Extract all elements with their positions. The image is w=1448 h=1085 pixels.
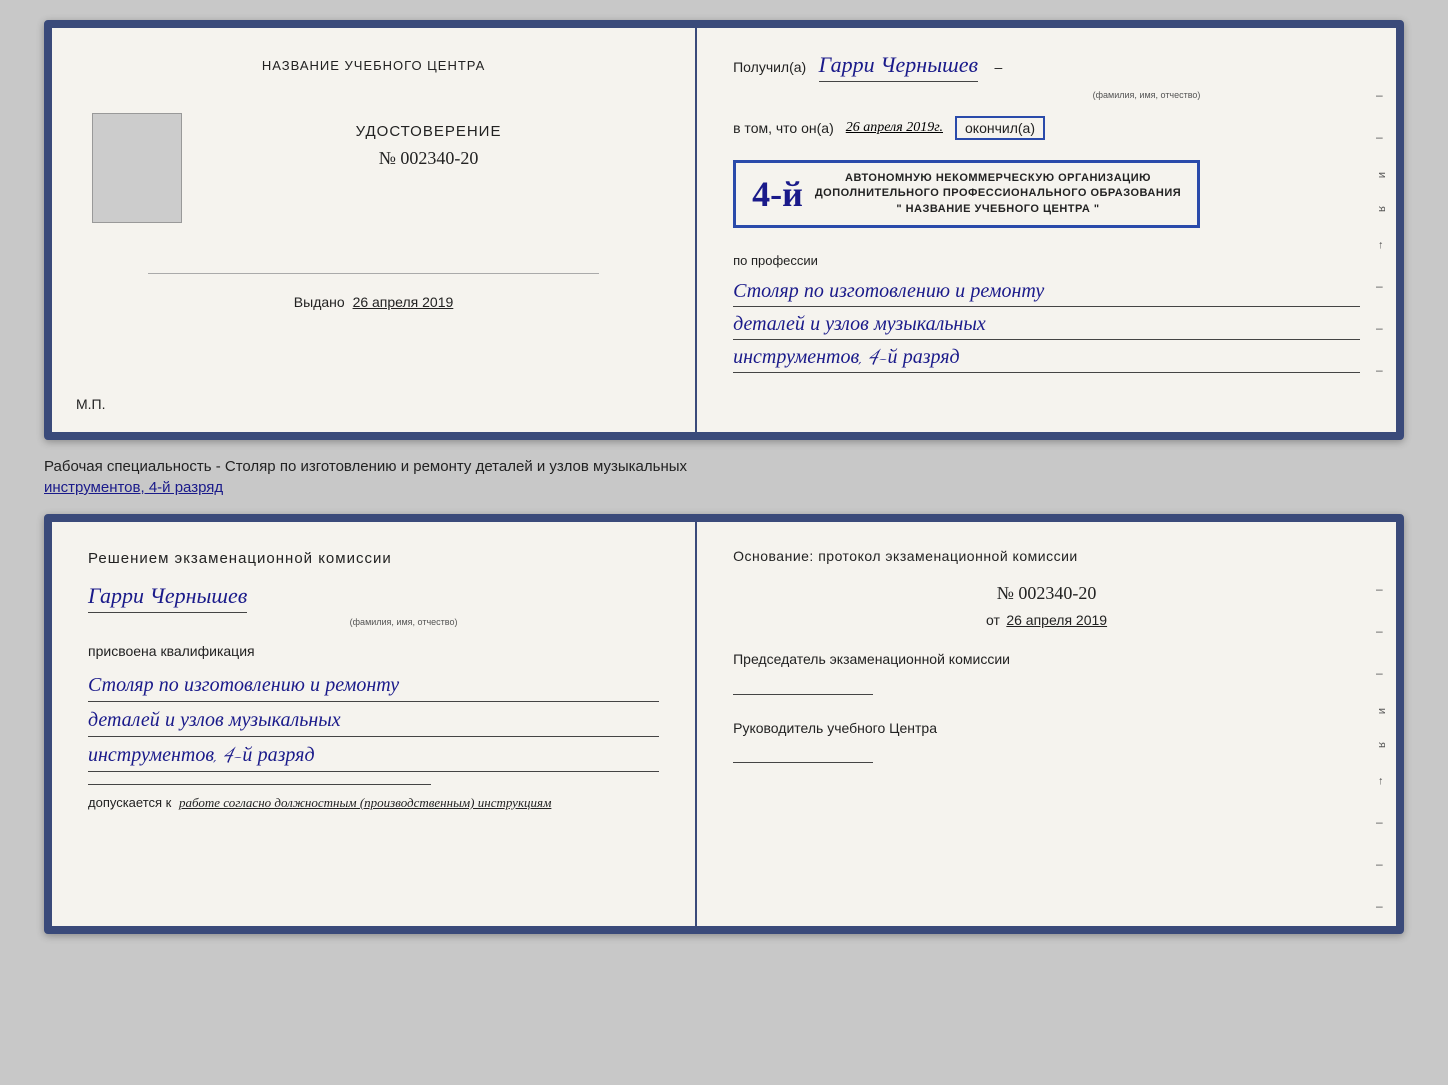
description-line: Рабочая специальность - Столяр по изгото… — [44, 456, 1404, 498]
profession-line-1: Столяр по изготовлению и ремонту — [733, 276, 1360, 307]
protocol-number-row: № 002340-20 — [733, 583, 1360, 604]
diploma-right-panel: Получил(а) Гарри Чернышев – (фамилия, им… — [697, 28, 1396, 432]
diploma-issued-date: Выдано 26 апреля 2019 — [92, 294, 655, 310]
okonchil-label: окончил(а) — [955, 116, 1045, 140]
poluchil-label: Получил(а) — [733, 59, 806, 75]
qual-right-panel: Основание: протокол экзаменационной коми… — [697, 522, 1396, 926]
diploma-photo — [92, 113, 182, 223]
qual-right-title: Основание: протокол экзаменационной коми… — [733, 546, 1360, 567]
dopuskaetsya-row: допускается к работе согласно должностны… — [88, 795, 659, 811]
recipient-row: Получил(а) Гарри Чернышев – — [733, 52, 1360, 84]
protocol-date-row: от 26 апреля 2019 — [733, 612, 1360, 630]
qual-profession-line-1: Столяр по изготовлению и ремонту — [88, 669, 659, 702]
side-letter-i: и — [1376, 172, 1388, 178]
udostoverenie-title: УДОСТОВЕРЕНИЕ — [356, 123, 502, 140]
qual-name: Гарри Чернышев — [88, 583, 247, 613]
predsedatel-label: Председатель экзаменационной комиссии — [733, 650, 1360, 670]
qual-profession-line-2: деталей и узлов музыкальных — [88, 704, 659, 737]
stamp-line3: " НАЗВАНИЕ УЧЕБНОГО ЦЕНТРА " — [815, 202, 1181, 217]
issued-label: Выдано — [294, 294, 345, 310]
profession-line-3: инструментов, 4-й разряд — [733, 342, 1360, 373]
rank-badge: 4-й — [752, 173, 803, 215]
fio-hint-row: (фамилия, имя, отчество) — [733, 90, 1360, 100]
issued-date-value: 26 апреля 2019 — [353, 294, 454, 310]
fio-hint-diploma: (фамилия, имя, отчество) — [933, 90, 1360, 100]
side-letter-i2: и — [1376, 708, 1388, 714]
predsedatel-block: Председатель экзаменационной комиссии — [733, 650, 1360, 695]
mp-label: М.П. — [76, 396, 106, 412]
recipient-name: Гарри Чернышев — [819, 52, 978, 82]
stamp-block: 4-й АВТОНОМНУЮ НЕКОММЕРЧЕСКУЮ ОРГАНИЗАЦИ… — [733, 160, 1200, 228]
diploma-left-content: УДОСТОВЕРЕНИЕ № 002340-20 — [92, 113, 655, 223]
protocol-date-prefix: от — [986, 612, 1000, 628]
vtom-date: 26 апреля 2019г. — [846, 120, 943, 136]
prisvoena-label: присвоена квалификация — [88, 643, 255, 659]
profession-line-2: деталей и узлов музыкальных — [733, 309, 1360, 340]
vtom-label: в том, что он(а) — [733, 120, 834, 136]
qual-left-panel: Решением экзаменационной комиссии Гарри … — [52, 522, 697, 926]
diploma-center-text: УДОСТОВЕРЕНИЕ № 002340-20 — [202, 113, 655, 189]
protocol-number: № 002340-20 — [997, 583, 1097, 603]
profession-label-row: по профессии — [733, 252, 1360, 270]
qualification-document: Решением экзаменационной комиссии Гарри … — [44, 514, 1404, 934]
qual-title: Решением экзаменационной комиссии — [88, 550, 659, 567]
qual-fio-hint-row: (фамилия, имя, отчество) — [88, 617, 659, 627]
rukovoditel-block: Руководитель учебного Центра — [733, 719, 1360, 764]
side-letter-arrow: ← — [1376, 240, 1388, 251]
qual-profession-block: Столяр по изготовлению и ремонту деталей… — [88, 669, 659, 772]
stamp-line2: ДОПОЛНИТЕЛЬНОГО ПРОФЕССИОНАЛЬНОГО ОБРАЗО… — [815, 186, 1181, 201]
qual-fio-hint: (фамилия, имя, отчество) — [148, 617, 659, 627]
description-text-before: Рабочая специальность - Столяр по изгото… — [44, 458, 687, 475]
diploma-org-name: НАЗВАНИЕ УЧЕБНОГО ЦЕНТРА — [262, 58, 485, 73]
side-dashes-qual: – – – и я ← – – – — [1376, 582, 1388, 913]
side-dashes-diploma: – – и я ← – – – — [1376, 88, 1388, 377]
diploma-number: № 002340-20 — [379, 148, 479, 169]
predsedatel-signature-line — [733, 694, 873, 695]
qual-name-row: Гарри Чернышев — [88, 583, 659, 615]
profession-label: по профессии — [733, 253, 818, 268]
side-letter-ya: я — [1376, 206, 1388, 212]
stamp-line1: АВТОНОМНУЮ НЕКОММЕРЧЕСКУЮ ОРГАНИЗАЦИЮ — [815, 171, 1181, 186]
diploma-document: НАЗВАНИЕ УЧЕБНОГО ЦЕНТРА УДОСТОВЕРЕНИЕ №… — [44, 20, 1404, 440]
dopuskaetsya-text: работе согласно должностным (производств… — [179, 795, 551, 810]
qual-profession-line-3: инструментов, 4-й разряд — [88, 739, 659, 772]
side-letter-arrow2: ← — [1376, 776, 1388, 787]
side-letter-ya2: я — [1376, 742, 1388, 748]
profession-text-block: Столяр по изготовлению и ремонту деталей… — [733, 276, 1360, 373]
prisvoena-row: присвоена квалификация — [88, 643, 659, 661]
dopuskaetsya-label: допускается к — [88, 795, 171, 810]
vtom-row: в том, что он(а) 26 апреля 2019г. окончи… — [733, 116, 1360, 140]
rukovoditel-label: Руководитель учебного Центра — [733, 719, 1360, 739]
description-underline-text: инструментов, 4-й разряд — [44, 479, 223, 496]
rukovoditel-signature-line — [733, 762, 873, 763]
diploma-left-panel: НАЗВАНИЕ УЧЕБНОГО ЦЕНТРА УДОСТОВЕРЕНИЕ №… — [52, 28, 697, 432]
protocol-date: 26 апреля 2019 — [1006, 612, 1107, 628]
